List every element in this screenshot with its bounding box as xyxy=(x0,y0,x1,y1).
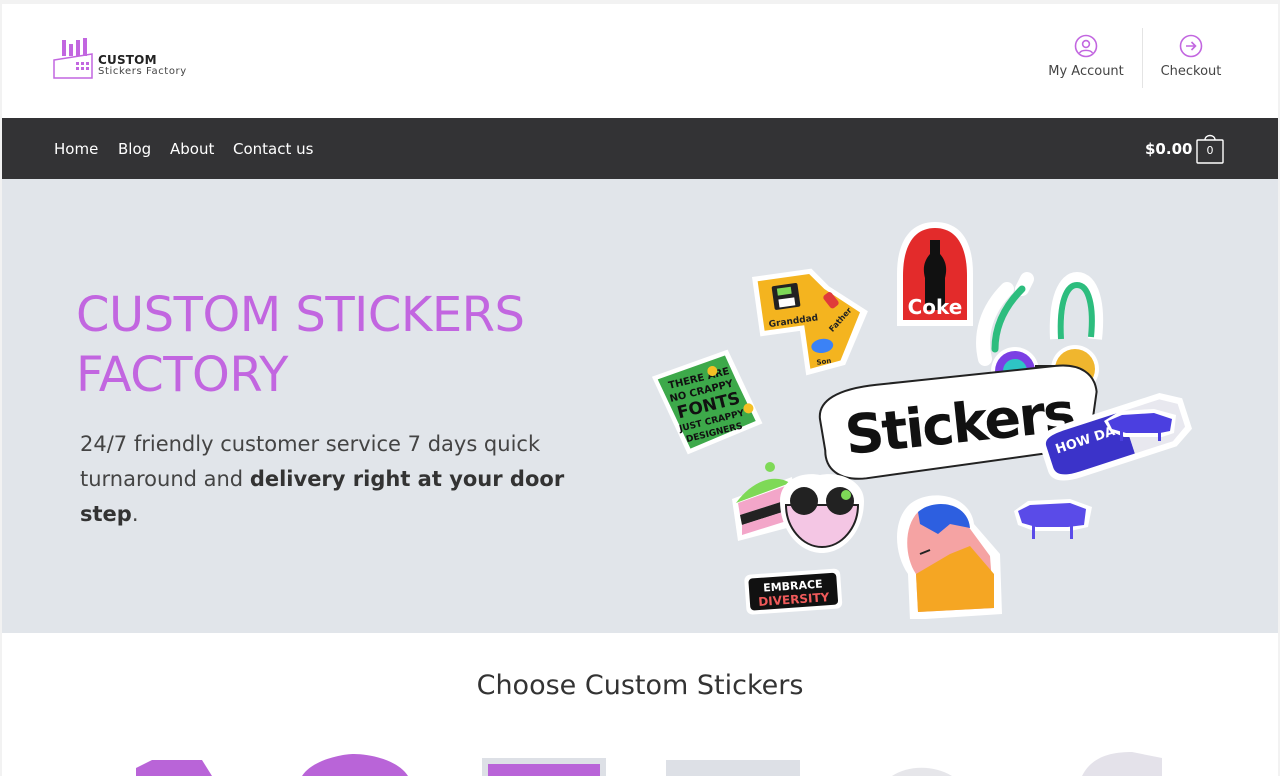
main-nav: Home Blog About Contact us $0.00 0 xyxy=(2,118,1278,179)
nav-item-contact-us[interactable]: Contact us xyxy=(233,140,313,158)
site-header: CUSTOM Stickers Factory My Account Check… xyxy=(2,4,1278,118)
checkout-link[interactable]: Checkout xyxy=(1150,34,1232,79)
cart-count: 0 xyxy=(1206,144,1214,157)
hero-banner: CUSTOM STICKERS FACTORY 24/7 friendly cu… xyxy=(2,179,1278,633)
arrow-right-circle-icon xyxy=(1179,34,1203,58)
user-circle-icon xyxy=(1074,34,1098,58)
hero-subtitle: 24/7 friendly customer service 7 days qu… xyxy=(80,427,600,532)
nav-item-about[interactable]: About xyxy=(170,140,214,158)
logo-text-stickers-factory[interactable]: Stickers Factory xyxy=(98,66,187,77)
my-account-label: My Account xyxy=(1048,64,1124,79)
cart-total[interactable]: $0.00 xyxy=(1145,140,1192,158)
coke-text: Coke xyxy=(908,295,963,319)
logo-text-custom[interactable]: CUSTOM xyxy=(98,53,157,67)
bowl-face-sticker xyxy=(780,474,864,553)
face-sticker xyxy=(897,495,1002,619)
page-frame: CUSTOM Stickers Factory My Account Check… xyxy=(2,4,1278,776)
granddad-sticker: Granddad Father Son xyxy=(752,268,868,376)
hero-title: CUSTOM STICKERS FACTORY xyxy=(76,287,525,403)
fonts-sticker: THERE ARE NO CRAPPY FONTS JUST CRAPPY DE… xyxy=(651,349,763,455)
header-divider xyxy=(1142,28,1143,88)
nav-item-blog[interactable]: Blog xyxy=(118,140,151,158)
product-thumbnails-peek xyxy=(136,752,1162,776)
nav-item-home[interactable]: Home xyxy=(54,140,98,158)
embrace-diversity-sticker: EMBRACE DIVERSITY xyxy=(744,568,843,615)
stickers-illustration: Coke Granddad Father Son THERE ARE NO CR… xyxy=(651,222,1193,619)
coke-sticker: Coke xyxy=(897,222,973,326)
section-title: Choose Custom Stickers xyxy=(476,670,804,701)
my-account-link[interactable]: My Account xyxy=(1042,34,1130,79)
hero-subtitle-end: . xyxy=(131,502,139,526)
checkout-label: Checkout xyxy=(1160,64,1222,79)
cow-sticker-bottom xyxy=(1014,499,1092,539)
